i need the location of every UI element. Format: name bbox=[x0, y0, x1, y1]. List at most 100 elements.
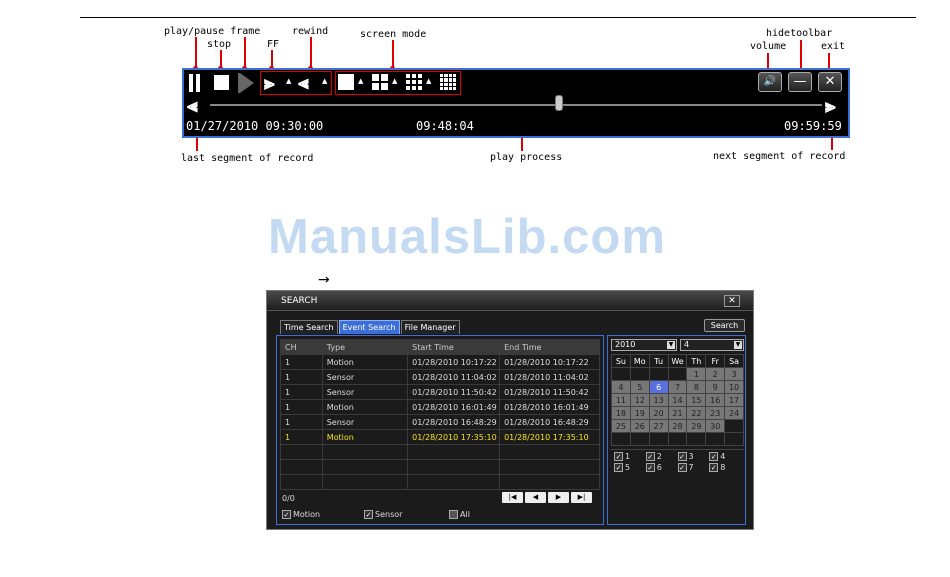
search-button[interactable]: Search bbox=[704, 319, 745, 332]
calendar-empty-cell bbox=[611, 367, 631, 381]
calendar-day[interactable]: 1 bbox=[686, 367, 707, 381]
screen-mode-9-icon[interactable] bbox=[406, 74, 422, 90]
rewind-speed-caret[interactable]: ▲ bbox=[322, 77, 327, 85]
calendar-day[interactable]: 25 bbox=[611, 419, 631, 433]
last-page-icon[interactable]: ▶| bbox=[571, 492, 592, 503]
next-segment-icon[interactable]: ⫸ bbox=[825, 96, 836, 116]
calendar-day[interactable]: 9 bbox=[705, 380, 726, 394]
first-page-icon[interactable]: |◀ bbox=[502, 492, 523, 503]
year-select[interactable]: 2010 ▼ bbox=[611, 339, 677, 351]
screen-mode-16-icon[interactable] bbox=[440, 74, 456, 90]
calendar-day[interactable]: 26 bbox=[629, 419, 650, 433]
screen-mode-1-icon[interactable] bbox=[338, 74, 354, 90]
close-icon[interactable]: ✕ bbox=[724, 295, 740, 307]
table-cell: 1 bbox=[280, 429, 323, 445]
checkbox-icon[interactable]: ✓ bbox=[677, 452, 687, 461]
exit-button[interactable]: ✕ bbox=[818, 72, 842, 92]
calendar-day[interactable]: 12 bbox=[629, 393, 650, 407]
channel-2[interactable]: ✓ 2 bbox=[645, 452, 678, 461]
calendar-day[interactable]: 7 bbox=[667, 380, 688, 394]
table-row[interactable]: 1 Sensor 01/28/2010 11:50:42 01/28/2010 11:… bbox=[280, 384, 600, 400]
tab-file-manager[interactable]: File Manager bbox=[400, 320, 460, 334]
play-process-track[interactable] bbox=[210, 104, 822, 106]
table-row[interactable]: 1 Sensor 01/28/2010 11:04:02 01/28/2010 11:… bbox=[280, 369, 600, 385]
channel-label: 3 bbox=[688, 452, 694, 461]
channel-3[interactable]: ✓ 3 bbox=[677, 452, 710, 461]
prev-page-icon[interactable]: ◀ bbox=[525, 492, 546, 503]
filter-all[interactable]: All bbox=[449, 510, 489, 519]
calendar-day[interactable]: 24 bbox=[724, 406, 744, 420]
calendar-day[interactable]: 17 bbox=[724, 393, 744, 407]
checkbox-icon[interactable]: ✓ bbox=[677, 463, 687, 472]
pause-icon[interactable] bbox=[188, 74, 202, 92]
tab-time-search[interactable]: Time Search bbox=[280, 320, 338, 334]
calendar-day[interactable]: 6 bbox=[648, 380, 669, 394]
table-row[interactable]: 1 Motion 01/28/2010 16:01:49 01/28/2010 16:… bbox=[280, 399, 600, 415]
channel-8[interactable]: ✓ 8 bbox=[709, 463, 741, 472]
calendar-day[interactable]: 3 bbox=[724, 367, 744, 381]
table-row[interactable]: 1 Motion 01/28/2010 17:35:10 01/28/2010 17:… bbox=[280, 429, 600, 445]
checkbox-icon[interactable] bbox=[449, 510, 458, 519]
channel-1[interactable]: ✓ 1 bbox=[614, 452, 646, 461]
checkbox-icon[interactable]: ✓ bbox=[645, 452, 655, 461]
month-select[interactable]: 4 ▼ bbox=[680, 339, 744, 351]
weekday-label: We bbox=[667, 354, 688, 368]
play-process-knob[interactable] bbox=[554, 95, 563, 111]
checkbox-icon[interactable]: ✓ bbox=[364, 510, 373, 519]
calendar-day[interactable]: 22 bbox=[686, 406, 707, 420]
play-frame-icon[interactable] bbox=[240, 73, 254, 93]
calendar-day[interactable]: 19 bbox=[629, 406, 650, 420]
calendar-day[interactable]: 29 bbox=[686, 419, 707, 433]
checkbox-icon[interactable]: ✓ bbox=[709, 452, 719, 461]
calendar-day[interactable]: 11 bbox=[611, 393, 631, 407]
hide-toolbar-button[interactable]: — bbox=[788, 72, 812, 92]
calendar-day[interactable]: 15 bbox=[686, 393, 707, 407]
checkbox-icon[interactable]: ✓ bbox=[282, 510, 291, 519]
tab-event-search[interactable]: Event Search bbox=[338, 320, 400, 334]
last-segment-icon[interactable]: ⫷ bbox=[187, 96, 198, 116]
stop-icon[interactable] bbox=[214, 75, 229, 90]
calendar-day[interactable]: 10 bbox=[724, 380, 744, 394]
arrow-right-icon: → bbox=[318, 272, 330, 288]
mode-1-caret[interactable]: ▲ bbox=[358, 77, 363, 85]
volume-button[interactable]: 🔊 bbox=[758, 72, 782, 92]
channel-6[interactable]: ✓ 6 bbox=[645, 463, 678, 472]
checkbox-icon[interactable]: ✓ bbox=[614, 463, 623, 472]
mode-9-caret[interactable]: ▲ bbox=[426, 77, 431, 85]
mode-4-caret[interactable]: ▲ bbox=[392, 77, 397, 85]
column-header: End Time bbox=[499, 339, 600, 355]
calendar-day[interactable]: 4 bbox=[611, 380, 631, 394]
calendar-day[interactable]: 2 bbox=[705, 367, 726, 381]
calendar-day[interactable]: 8 bbox=[686, 380, 707, 394]
ff-speed-caret[interactable]: ▲ bbox=[286, 77, 291, 85]
calendar-day[interactable]: 20 bbox=[648, 406, 669, 420]
watermark: ManualsLib.com bbox=[268, 210, 666, 264]
calendar-week: 25 26 27 28 29 30 bbox=[611, 419, 744, 433]
calendar-day[interactable]: 28 bbox=[667, 419, 688, 433]
filter-sensor[interactable]: ✓ Sensor bbox=[364, 510, 449, 519]
calendar-day[interactable]: 14 bbox=[667, 393, 688, 407]
calendar-day[interactable]: 18 bbox=[611, 406, 631, 420]
checkbox-icon[interactable]: ✓ bbox=[614, 452, 623, 461]
checkbox-icon[interactable]: ✓ bbox=[709, 463, 719, 472]
calendar-day[interactable]: 13 bbox=[648, 393, 669, 407]
calendar-day[interactable]: 30 bbox=[705, 419, 726, 433]
calendar-day[interactable]: 16 bbox=[705, 393, 726, 407]
checkbox-icon[interactable]: ✓ bbox=[645, 463, 655, 472]
calendar-day[interactable]: 23 bbox=[705, 406, 726, 420]
next-page-icon[interactable]: ▶ bbox=[548, 492, 569, 503]
table-row[interactable]: 1 Sensor 01/28/2010 16:48:29 01/28/2010 16:… bbox=[280, 414, 600, 430]
calendar-day[interactable]: 5 bbox=[629, 380, 650, 394]
channel-5[interactable]: ✓ 5 bbox=[614, 463, 646, 472]
rewind-icon[interactable]: ⫷ bbox=[298, 73, 309, 93]
calendar-empty-cell bbox=[648, 432, 669, 446]
table-row[interactable]: 1 Motion 01/28/2010 10:17:22 01/28/2010 10:… bbox=[280, 354, 600, 370]
calendar-day[interactable]: 21 bbox=[667, 406, 688, 420]
fast-forward-icon[interactable]: ⫸ bbox=[264, 73, 275, 93]
calendar-day[interactable]: 27 bbox=[648, 419, 669, 433]
screen-mode-4-icon[interactable] bbox=[372, 74, 388, 90]
channel-4[interactable]: ✓ 4 bbox=[709, 452, 741, 461]
table-cell-empty bbox=[499, 474, 600, 490]
channel-7[interactable]: ✓ 7 bbox=[677, 463, 710, 472]
filter-motion[interactable]: ✓ Motion bbox=[282, 510, 364, 519]
